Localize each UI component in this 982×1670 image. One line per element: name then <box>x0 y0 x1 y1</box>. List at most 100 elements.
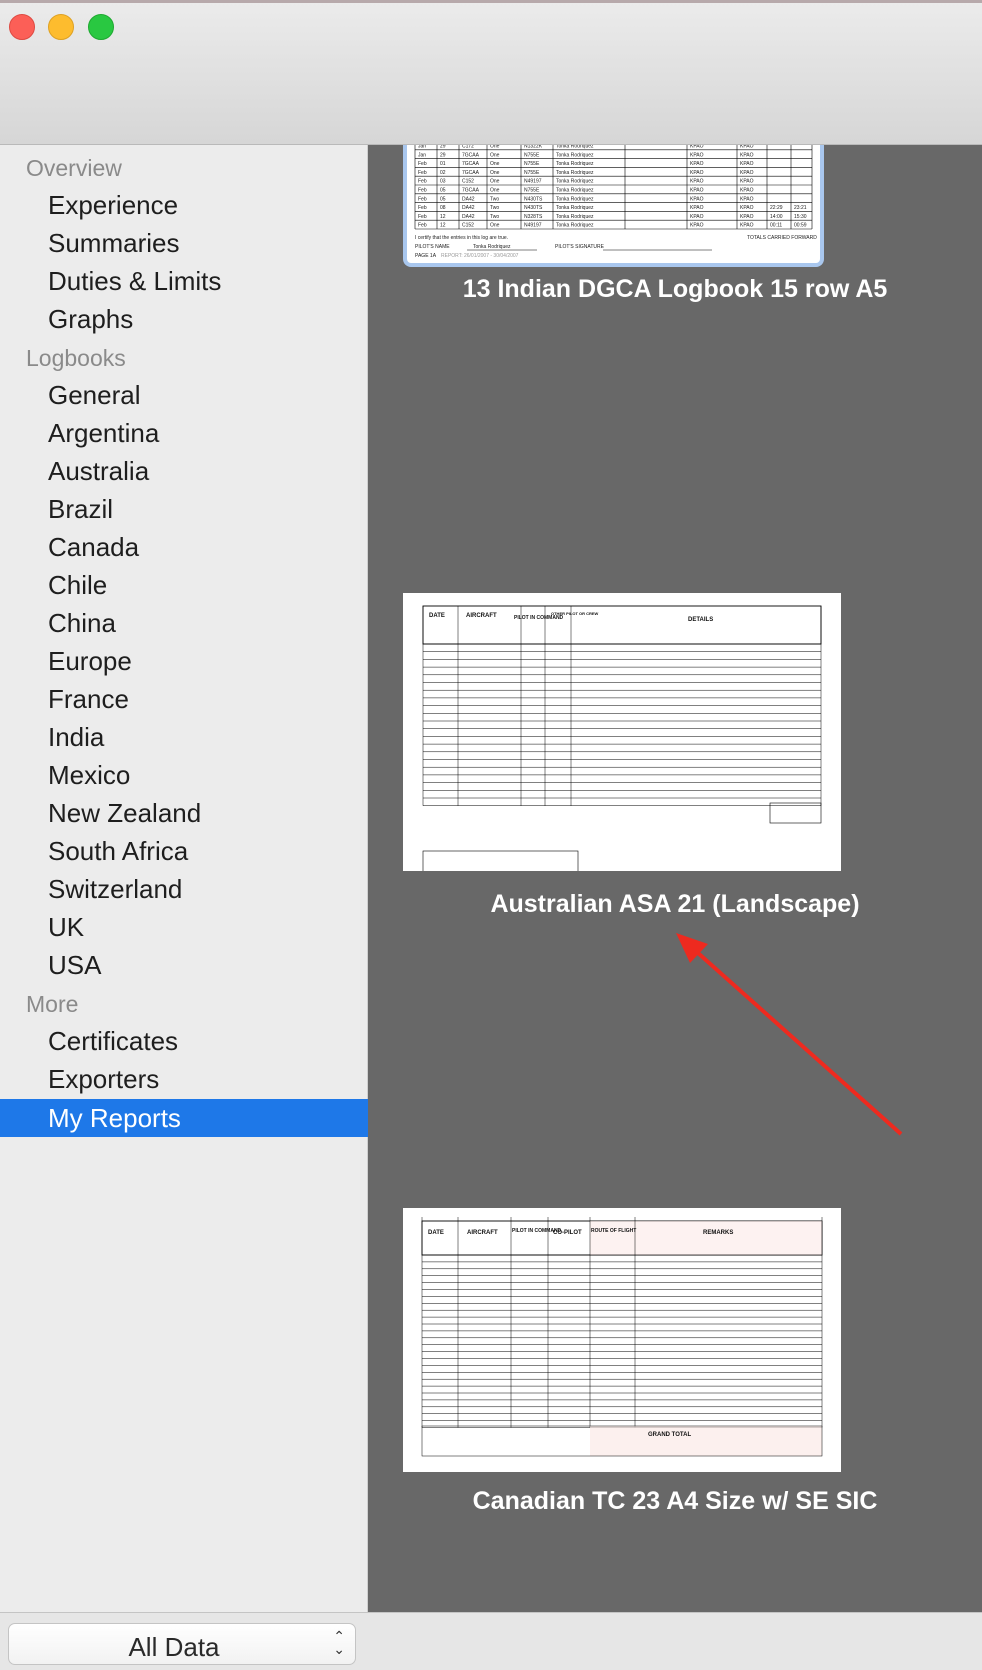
logbook-cell: N430TS <box>524 196 543 202</box>
logbook-cell: KPAO <box>740 170 754 176</box>
logbook-cell: KPAO <box>690 188 704 194</box>
sidebar-item-brazil[interactable]: Brazil <box>48 494 113 525</box>
report-thumbnail-indian-dgca[interactable]: Jan 29 C172 One N1322K Tonka Rodriquez KPAO KPA… <box>403 145 824 267</box>
sidebar-item-graphs[interactable]: Graphs <box>48 304 133 335</box>
logbook-cell: Tonka Rodriquez <box>556 161 594 167</box>
logbook-cell: Tonka Rodriquez <box>556 145 594 150</box>
sidebar-item-canada[interactable]: Canada <box>48 532 139 563</box>
sidebar-section-header: More <box>26 991 79 1017</box>
logbook-cell: C152 <box>462 223 474 229</box>
logbook-cell: 08 <box>440 205 446 211</box>
logbook-cell: KPAO <box>690 161 704 167</box>
logbook-cell: 12 <box>440 214 446 220</box>
logbook-cell: C152 <box>462 179 474 185</box>
logbook-cell: 7GCAA <box>462 161 480 167</box>
logbook-cell: Jan <box>418 145 426 150</box>
sidebar-item-uk[interactable]: UK <box>48 912 84 943</box>
logbook-cell: Feb <box>418 214 427 220</box>
logbook-cell: Feb <box>418 223 427 229</box>
logbook-cell: Two <box>490 196 499 202</box>
logbook-cell: One <box>490 223 500 229</box>
logbook-cell: Tonka Rodriquez <box>556 205 594 211</box>
sidebar-item-china[interactable]: China <box>48 608 116 639</box>
report-caption: Canadian TC 23 A4 Size w/ SE SIC <box>472 1487 878 1515</box>
logbook-cell: KPAO <box>740 188 754 194</box>
logbook-cell: Feb <box>418 170 427 176</box>
sidebar-item-argentina[interactable]: Argentina <box>48 418 159 449</box>
sidebar-item-france[interactable]: France <box>48 684 129 715</box>
minimize-window-button[interactable] <box>48 14 74 40</box>
sidebar-item-my-reports[interactable]: My Reports <box>0 1099 368 1137</box>
logbook-cell: 00:59 <box>794 223 807 229</box>
logbook-cell: 02 <box>440 170 446 176</box>
sidebar-item-summaries[interactable]: Summaries <box>48 228 179 259</box>
logbook-page-preview: DATE AIRCRAFT PILOT IN COMMAND CO-PILOT … <box>421 1217 823 1457</box>
logbook-cell: N755E <box>524 188 540 194</box>
signature-label: PILOT'S SIGNATURE <box>555 244 605 250</box>
logbook-cell: KPAO <box>690 223 704 229</box>
col-details: DETAILS <box>688 617 713 623</box>
logbook-cell: C172 <box>462 145 474 150</box>
sidebar-item-certificates[interactable]: Certificates <box>48 1026 178 1057</box>
sidebar-item-south-africa[interactable]: South Africa <box>48 836 188 867</box>
logbook-cell: DA42 <box>462 196 475 202</box>
close-window-button[interactable] <box>9 14 35 40</box>
logbook-cell: One <box>490 170 500 176</box>
logbook-cell: One <box>490 145 500 150</box>
col-date: DATE <box>429 613 445 619</box>
logbook-cell: KPAO <box>690 196 704 202</box>
bottom-toolbar: All Data ⌃ ⌄ <box>0 1612 982 1670</box>
sidebar-item-europe[interactable]: Europe <box>48 646 132 677</box>
report-gallery[interactable]: Jan 29 C172 One N1322K Tonka Rodriquez KPAO KPA… <box>368 145 982 1612</box>
logbook-cell: KPAO <box>740 205 754 211</box>
sidebar-item-chile[interactable]: Chile <box>48 570 107 601</box>
logbook-cell: 22:29 <box>770 205 783 211</box>
col-date: DATE <box>428 1230 444 1236</box>
logbook-cell: KPAO <box>690 145 704 150</box>
logbook-cell: 23:21 <box>794 205 807 211</box>
logbook-cell: 7GCAA <box>462 170 480 176</box>
sidebar-item-usa[interactable]: USA <box>48 950 101 981</box>
sidebar-item-exporters[interactable]: Exporters <box>48 1064 159 1095</box>
data-filter-popup[interactable]: All Data ⌃ ⌄ <box>8 1623 356 1665</box>
logbook-cell: KPAO <box>740 196 754 202</box>
logbook-cell: KPAO <box>690 205 704 211</box>
logbook-cell: Feb <box>418 179 427 185</box>
logbook-cell: KPAO <box>740 152 754 158</box>
sidebar-item-experience[interactable]: Experience <box>48 190 178 221</box>
logbook-cell: Feb <box>418 161 427 167</box>
logbook-cell: Tonka Rodriquez <box>556 188 594 194</box>
col-co-pilot: CO-PILOT <box>553 1230 582 1236</box>
sidebar-section-header: Overview <box>26 155 122 181</box>
sidebar-item-duties-limits[interactable]: Duties & Limits <box>48 266 221 297</box>
logbook-cell: Two <box>490 205 499 211</box>
report-thumbnail-australian-asa[interactable]: DATE AIRCRAFT PILOT IN COMMAND OTHER PIL… <box>403 593 841 871</box>
zoom-window-button[interactable] <box>88 14 114 40</box>
logbook-cell: KPAO <box>690 214 704 220</box>
logbook-cell: 7GCAA <box>462 188 480 194</box>
logbook-cell: N49197 <box>524 179 542 185</box>
sidebar-item-australia[interactable]: Australia <box>48 456 149 487</box>
sidebar-section-header: Logbooks <box>26 345 126 371</box>
window-titlebar <box>0 0 982 145</box>
report-thumbnail-canadian-tc[interactable]: DATE AIRCRAFT PILOT IN COMMAND CO-PILOT … <box>403 1208 841 1472</box>
logbook-cell: N755E <box>524 152 540 158</box>
sidebar-item-new-zealand[interactable]: New Zealand <box>48 798 201 829</box>
logbook-cell: Tonka Rodriquez <box>556 179 594 185</box>
col-aircraft: AIRCRAFT <box>467 1230 498 1236</box>
logbook-cell: KPAO <box>690 152 704 158</box>
logbook-cell: DA42 <box>462 214 475 220</box>
logbook-cell: KPAO <box>740 179 754 185</box>
logbook-cell: Feb <box>418 196 427 202</box>
sidebar-item-general[interactable]: General <box>48 380 141 411</box>
sidebar-item-india[interactable]: India <box>48 722 104 753</box>
logbook-cell: 03 <box>440 179 446 185</box>
report-caption: 13 Indian DGCA Logbook 15 row A5 <box>462 275 888 303</box>
totals-carried-forward: TOTALS CARRIED FORWARD <box>747 235 817 241</box>
logbook-page-preview: DATE AIRCRAFT PILOT IN COMMAND OTHER PIL… <box>422 605 822 871</box>
sidebar-item-switzerland[interactable]: Switzerland <box>48 874 182 905</box>
logbook-cell: Feb <box>418 205 427 211</box>
logbook-cell: KPAO <box>740 161 754 167</box>
logbook-cell: N49197 <box>524 223 542 229</box>
sidebar-item-mexico[interactable]: Mexico <box>48 760 130 791</box>
